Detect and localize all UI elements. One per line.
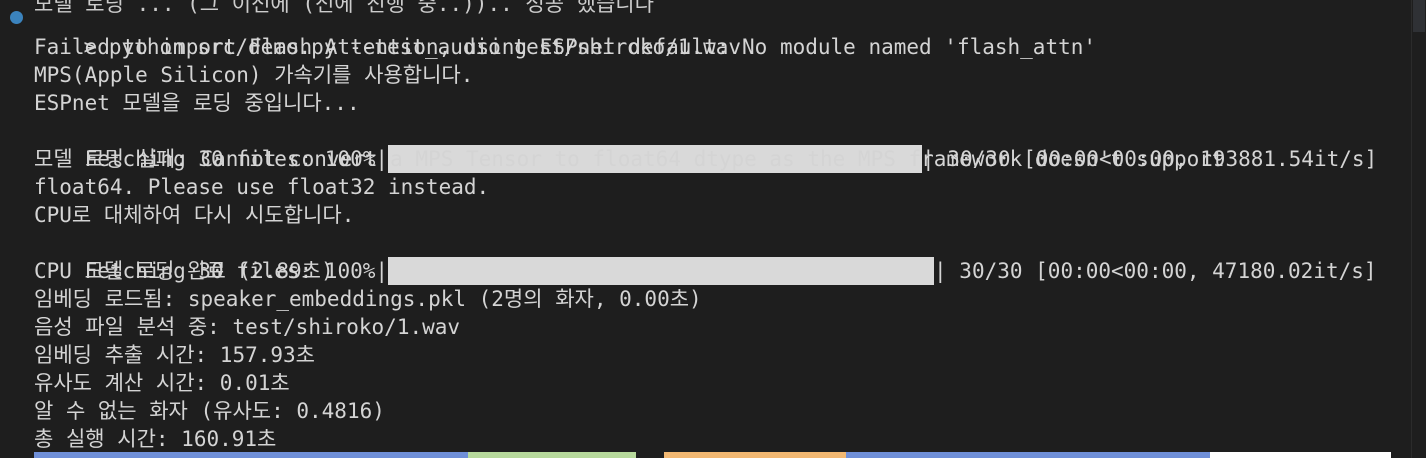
strip-segment [636, 452, 664, 458]
command-status-dot[interactable] [10, 11, 23, 24]
strip-segment [34, 452, 468, 458]
progress-line: Fetching 30 files: 100%| | 30/30 [00:00<… [34, 117, 1377, 173]
output-line: CPU 모델 로딩 완료 (2.89초) [34, 259, 334, 283]
terminal-window[interactable]: 모델 로딩 ... (그 이전에 (전에 진행 중..)).. 성공 했습니다 … [0, 0, 1426, 458]
strip-segment [846, 452, 1210, 458]
output-line: 음성 파일 분석 중: test/shiroko/1.wav [34, 315, 461, 339]
progress-suffix: | 30/30 [00:00<00:00, 47180.02it/s] [934, 259, 1377, 283]
output-line: 모델 로딩 실패: Cannot convert a MPS Tensor to… [34, 147, 1225, 171]
output-line: 임베딩 추출 시간: 157.93초 [34, 343, 315, 367]
vertical-scrollbar[interactable] [1411, 0, 1426, 458]
progress-bar [388, 257, 935, 285]
output-line: 임베딩 로드됨: speaker_embeddings.pkl (2명의 화자,… [34, 287, 702, 311]
strip-segment [1210, 452, 1391, 458]
output-line: float64. Please use float32 instead. [34, 175, 490, 199]
strip-segment [468, 452, 636, 458]
output-line: 유사도 계산 시간: 0.01초 [34, 371, 290, 395]
output-line: ESPnet 모델을 로딩 중입니다... [34, 91, 360, 115]
output-line: MPS(Apple Silicon) 가속기를 사용합니다. [34, 63, 474, 87]
output-line: CPU로 대체하여 다시 시도합니다. [34, 203, 355, 227]
output-line: Failed to import Flash Attention, using … [34, 35, 1097, 59]
output-line: 알 수 없는 화자 (유사도: 0.4816) [34, 399, 385, 423]
scrollbar-thumb[interactable] [1413, 0, 1425, 32]
strip-segment [664, 452, 846, 458]
command-line: > python src/demo.py --test_audio test/s… [33, 5, 741, 59]
bottom-color-strip [34, 452, 1391, 458]
output-line: 총 실행 시간: 160.91초 [34, 427, 277, 451]
progress-line: Fetching 30 files: 100%| | 30/30 [00:00<… [34, 229, 1377, 285]
